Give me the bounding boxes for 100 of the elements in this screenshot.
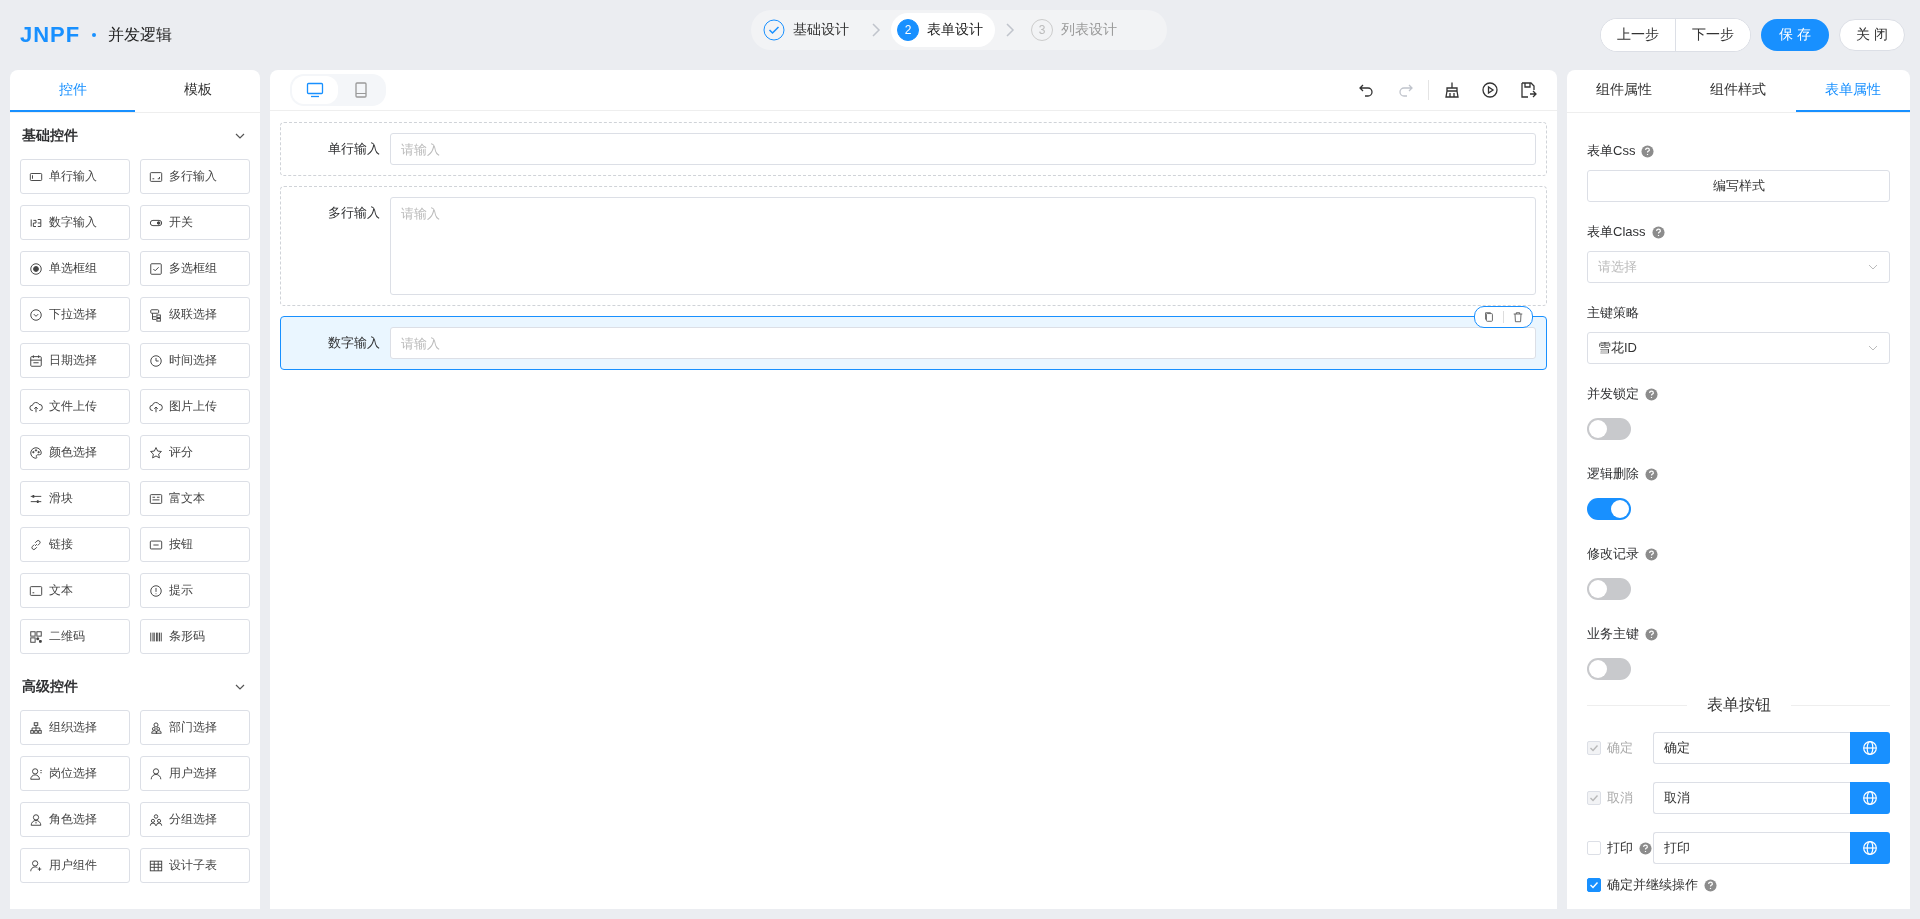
control-item[interactable]: 多选框组 — [140, 251, 250, 286]
step[interactable]: 2 表单设计 — [891, 13, 995, 47]
control-item[interactable]: 富文本 — [140, 481, 250, 516]
desktop-button[interactable] — [292, 76, 338, 104]
property-label: 表单Css — [1587, 142, 1636, 160]
globe-icon — [1862, 790, 1878, 806]
control-label: 级联选择 — [169, 306, 217, 323]
star-icon — [149, 445, 163, 460]
form-item[interactable]: 多行输入 请输入 — [280, 186, 1547, 306]
control-item[interactable]: 下拉选择 — [20, 297, 130, 332]
user-icon — [149, 766, 163, 781]
toggle-switch[interactable] — [1587, 498, 1631, 520]
control-item[interactable]: 文件上传 — [20, 389, 130, 424]
control-item[interactable]: 开关 — [140, 205, 250, 240]
user-plus-icon — [29, 858, 43, 873]
control-item[interactable]: 部门选择 — [140, 710, 250, 745]
control-label: 图片上传 — [169, 398, 217, 415]
step-button[interactable]: 下一步 — [1675, 19, 1751, 51]
control-item[interactable]: 图片上传 — [140, 389, 250, 424]
checkbox[interactable] — [1587, 878, 1601, 892]
toggle-switch[interactable] — [1587, 418, 1631, 440]
broom-icon[interactable] — [1443, 81, 1461, 99]
control-item[interactable]: 级联选择 — [140, 297, 250, 332]
control-item[interactable]: 时间选择 — [140, 343, 250, 378]
globe-icon — [1862, 740, 1878, 756]
panel-tab[interactable]: 组件样式 — [1681, 70, 1796, 112]
close-button[interactable]: 关 闭 — [1839, 19, 1905, 51]
panel-tab[interactable]: 组件属性 — [1567, 70, 1682, 112]
control-item[interactable]: 滑块 — [20, 481, 130, 516]
check-icon — [1588, 792, 1600, 804]
control-item[interactable]: 评分 — [140, 435, 250, 470]
globe-button[interactable] — [1850, 732, 1890, 764]
control-label: 设计子表 — [169, 857, 217, 874]
control-label: 分组选择 — [169, 811, 217, 828]
select-field[interactable]: 雪花ID — [1587, 332, 1890, 364]
button-text-field[interactable]: 打印 — [1653, 832, 1850, 864]
control-item[interactable]: 日期选择 — [20, 343, 130, 378]
form-item[interactable]: 单行输入 请输入 — [280, 122, 1547, 176]
save-icon[interactable] — [1519, 81, 1537, 99]
trash-icon[interactable] — [1512, 311, 1524, 323]
property-label: 并发锁定 — [1587, 385, 1639, 403]
control-item[interactable]: 单行输入 — [20, 159, 130, 194]
step-number: 2 — [897, 19, 919, 41]
control-item[interactable]: 用户组件 — [20, 848, 130, 883]
control-label: 滑块 — [49, 490, 73, 507]
control-item[interactable]: 颜色选择 — [20, 435, 130, 470]
control-item[interactable]: 用户选择 — [140, 756, 250, 791]
control-item[interactable]: 分组选择 — [140, 802, 250, 837]
toggle-switch[interactable] — [1587, 658, 1631, 680]
globe-button[interactable] — [1850, 782, 1890, 814]
control-label: 条形码 — [169, 628, 205, 645]
control-item[interactable]: 岗位选择 — [20, 756, 130, 791]
control-item[interactable]: 组织选择 — [20, 710, 130, 745]
check-circle-icon — [763, 19, 785, 41]
control-item[interactable]: 单选框组 — [20, 251, 130, 286]
control-item[interactable]: 条形码 — [140, 619, 250, 654]
control-label: 日期选择 — [49, 352, 97, 369]
step[interactable]: 基础设计 — [757, 13, 861, 47]
control-item[interactable]: 按钮 — [140, 527, 250, 562]
toggle-switch[interactable] — [1587, 578, 1631, 600]
control-item[interactable]: 链接 — [20, 527, 130, 562]
people-icon — [149, 812, 163, 827]
textarea-field[interactable]: 请输入 — [390, 197, 1536, 295]
property-label: 逻辑删除 — [1587, 465, 1639, 483]
control-item[interactable]: 提示 — [140, 573, 250, 608]
logo: JNPF — [20, 22, 81, 48]
qr-icon — [29, 629, 43, 644]
dot-icon — [92, 33, 97, 37]
chevron-circle-icon — [29, 307, 43, 322]
input-field[interactable]: 请输入 — [390, 133, 1536, 165]
globe-button[interactable] — [1850, 832, 1890, 864]
control-item[interactable]: 二维码 — [20, 619, 130, 654]
control-label: 开关 — [169, 214, 193, 231]
field-label: 数字输入 — [327, 334, 381, 352]
form-item[interactable]: 数字输入 请输入 — [280, 316, 1547, 370]
control-label: 下拉选择 — [49, 306, 97, 323]
play-icon[interactable] — [1481, 81, 1499, 99]
control-label: 多行输入 — [169, 168, 217, 185]
control-item[interactable]: 数字输入 — [20, 205, 130, 240]
page-title: 并发逻辑 — [108, 24, 173, 45]
checkbox-label: 打印 — [1607, 839, 1633, 857]
control-label: 链接 — [49, 536, 73, 553]
control-item[interactable]: 角色选择 — [20, 802, 130, 837]
control-label: 颜色选择 — [49, 444, 97, 461]
cloud-upload-icon — [29, 399, 43, 414]
field-label: 单行输入 — [327, 140, 381, 158]
copy-icon[interactable] — [1483, 311, 1495, 323]
text-icon — [29, 583, 43, 598]
panel-tab[interactable]: 模板 — [135, 70, 260, 112]
textarea-icon — [149, 169, 163, 184]
radio-icon — [29, 261, 43, 276]
input-field[interactable]: 请输入 — [390, 327, 1536, 359]
property-label: 主键策略 — [1587, 304, 1639, 322]
palette-icon — [29, 445, 43, 460]
link-icon — [29, 537, 43, 552]
edit-style-button[interactable]: 编写样式 — [1587, 170, 1890, 202]
control-label: 单选框组 — [49, 260, 97, 277]
control-item[interactable]: 设计子表 — [140, 848, 250, 883]
control-item[interactable]: 多行输入 — [140, 159, 250, 194]
control-item[interactable]: 文本 — [20, 573, 130, 608]
